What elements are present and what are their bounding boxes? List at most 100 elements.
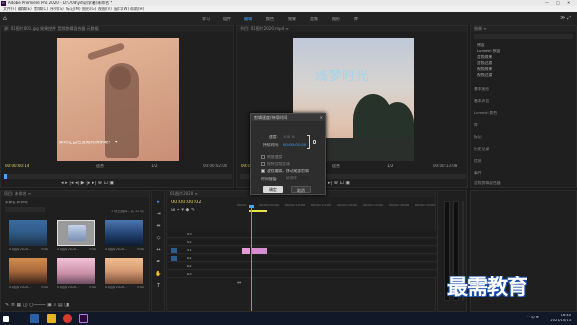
scroll-handle-icon[interactable]: ⇔ [237, 281, 241, 286]
effects-folder-presets[interactable]: 预设 [477, 43, 485, 47]
dialog-close-icon[interactable]: ✕ [320, 115, 323, 120]
panel-audio-clip-mixer[interactable]: 音频剪辑混合器 [474, 181, 501, 185]
menu-graphics[interactable]: 图形(G) [82, 7, 96, 11]
project-panel-header[interactable]: 项目: 未命名 ≡ [1, 191, 149, 197]
menu-edit[interactable]: 编辑(E) [18, 7, 32, 11]
project-footer-icons[interactable]: ✎ ≡ ▦ ◫ ○──── ▣ ⌕ ▤ ◨ [5, 303, 69, 308]
menu-file[interactable]: 文件(F) [3, 7, 16, 11]
close-button[interactable]: ✕ [567, 1, 570, 5]
workspace-libraries[interactable]: 库 [354, 17, 358, 21]
program-monitor-header[interactable]: 节目: 01图片2020.mp4 ≡ [237, 26, 467, 32]
speed-input[interactable]: 100 % [283, 135, 295, 139]
file-explorer-icon[interactable] [47, 314, 56, 323]
keep-pitch-checkbox[interactable] [261, 162, 265, 166]
selection-tool-icon[interactable]: ▸ [155, 199, 162, 206]
effects-search-input[interactable] [474, 34, 573, 39]
ruler-tick: 00:00:10:00 [285, 204, 306, 207]
program-page-select[interactable]: 1/2 [387, 164, 393, 168]
timeline-playhead[interactable] [251, 206, 252, 311]
effects-folder-audio-effects[interactable]: 音频效果 [477, 55, 492, 59]
panel-events[interactable]: 事件 [474, 171, 482, 175]
hand-tool-icon[interactable]: ✋ [155, 271, 162, 278]
chrome-icon[interactable] [63, 314, 72, 323]
source-fit-select[interactable]: 适合 [96, 164, 104, 168]
panel-markers[interactable]: 标记 [474, 135, 482, 139]
duration-input[interactable]: 00:00:01:00 [283, 143, 306, 147]
track-a3[interactable]: A3 [167, 271, 437, 278]
workspace-editing[interactable]: 编辑 [244, 17, 252, 21]
cancel-button[interactable]: 取消 [291, 186, 311, 193]
effects-folder-lumetri[interactable]: Lumetri 预设 [477, 49, 500, 53]
video-clip[interactable] [242, 247, 250, 254]
effects-panel-header[interactable]: 效果 ≡ [471, 26, 576, 32]
track-v1[interactable]: V1 [167, 247, 437, 254]
project-thumb[interactable] [9, 258, 47, 284]
maximize-button[interactable]: □ [556, 1, 560, 5]
ripple-edit-checkbox[interactable] [261, 169, 265, 173]
premiere-taskbar-icon[interactable] [79, 314, 88, 323]
interpolation-select[interactable]: 帧采样 [285, 176, 309, 181]
workspace-graphics[interactable]: 图形 [332, 17, 340, 21]
menu-clip[interactable]: 剪辑(C) [34, 7, 48, 11]
menu-window[interactable]: 窗口(W) [114, 7, 129, 11]
workspace-effects[interactable]: 效果 [288, 17, 296, 21]
track-target-a1[interactable] [171, 256, 177, 261]
track-v3[interactable]: V3 [167, 231, 437, 238]
razor-tool-icon[interactable]: ◇ [155, 235, 162, 242]
track-a2[interactable]: A2 [167, 263, 437, 270]
project-thumb[interactable] [57, 258, 95, 284]
panel-libraries[interactable]: 库 [474, 123, 478, 127]
slip-tool-icon[interactable]: ↔ [155, 247, 162, 254]
effects-folder-video-transitions[interactable]: 视频过渡 [477, 73, 492, 77]
panel-lumetri-color[interactable]: Lumetri 颜色 [474, 111, 497, 115]
playhead-handle[interactable] [249, 205, 254, 208]
track-target-v1[interactable] [171, 248, 177, 253]
track-select-tool-icon[interactable]: ⇥ [155, 211, 162, 218]
program-fit-select[interactable]: 适合 [332, 164, 340, 168]
menu-marker[interactable]: 标记(M) [66, 7, 81, 11]
track-v2[interactable]: V2 [167, 239, 437, 246]
project-search-input[interactable] [5, 207, 45, 212]
source-scrubber[interactable] [4, 174, 232, 179]
reverse-speed-checkbox[interactable] [261, 155, 265, 159]
windows-start-icon[interactable] [3, 315, 9, 322]
effects-folder-audio-transitions[interactable]: 音频过渡 [477, 61, 492, 65]
source-page-select[interactable]: 1/2 [151, 164, 157, 168]
panel-history[interactable]: 历史记录 [474, 147, 489, 151]
source-timecode[interactable]: 00:00:00:14 [5, 164, 29, 168]
source-monitor-header[interactable]: 源: 01图片001.jpg 效果控件 音频剪辑混合器 元数据 [1, 26, 233, 32]
workspace-menu-icon[interactable]: ≫ ⤢ [560, 16, 571, 21]
workspace-audio[interactable]: 音频 [310, 17, 318, 21]
pen-tool-icon[interactable]: ✒ [155, 259, 162, 266]
taskbar-app-icon[interactable] [30, 314, 39, 323]
ok-button[interactable]: 确定 [263, 186, 283, 193]
menu-view[interactable]: 视图(V) [98, 7, 112, 11]
link-toggle-icon[interactable] [313, 140, 316, 144]
project-thumb[interactable] [105, 258, 143, 284]
workspace-color[interactable]: 颜色 [266, 17, 274, 21]
project-thumb[interactable] [9, 220, 47, 246]
menu-help[interactable]: 帮助(H) [130, 7, 144, 11]
track-a1[interactable]: A1 [167, 255, 437, 262]
taskbar-clock[interactable]: 16:40 2021/10/13 [550, 314, 571, 322]
video-clip[interactable] [251, 247, 267, 254]
minimize-button[interactable]: — [545, 1, 549, 5]
panel-info[interactable]: 信息 [474, 159, 482, 163]
panel-essential-sound[interactable]: 基本声音 [474, 99, 489, 103]
workspace-learn[interactable]: 学习 [202, 17, 210, 21]
ripple-edit-tool-icon[interactable]: ⇹ [155, 223, 162, 230]
home-icon[interactable]: ⌂ [3, 15, 10, 22]
timeline-ruler[interactable]: 00:00 00:00:05:00 00:00:10:00 00:00:15:0… [237, 204, 435, 209]
panel-essential-graphics[interactable]: 基本图形 [474, 87, 489, 91]
menu-sequence[interactable]: 序列(S) [50, 7, 64, 11]
source-playhead[interactable] [4, 174, 7, 179]
effects-folder-video-effects[interactable]: 视频效果 [477, 67, 492, 71]
type-tool-icon[interactable]: T [155, 283, 162, 290]
project-thumb-selected[interactable] [57, 220, 95, 246]
timeline-tool-icons[interactable]: ⊞ ⌁ ▾ ◆ ✎ [171, 208, 195, 213]
timeline-timecode[interactable]: 00:00:00:02 [171, 200, 202, 205]
project-thumb[interactable] [105, 220, 143, 246]
workspace-assembly[interactable]: 组件 [223, 17, 231, 21]
system-tray[interactable]: ^ 中 ⊕ [527, 316, 539, 320]
source-transport-controls[interactable]: ◂ ▸ |◂ ◂| ▶ |▸ ▸| ⊕ ⊡ ▣ [61, 181, 114, 186]
